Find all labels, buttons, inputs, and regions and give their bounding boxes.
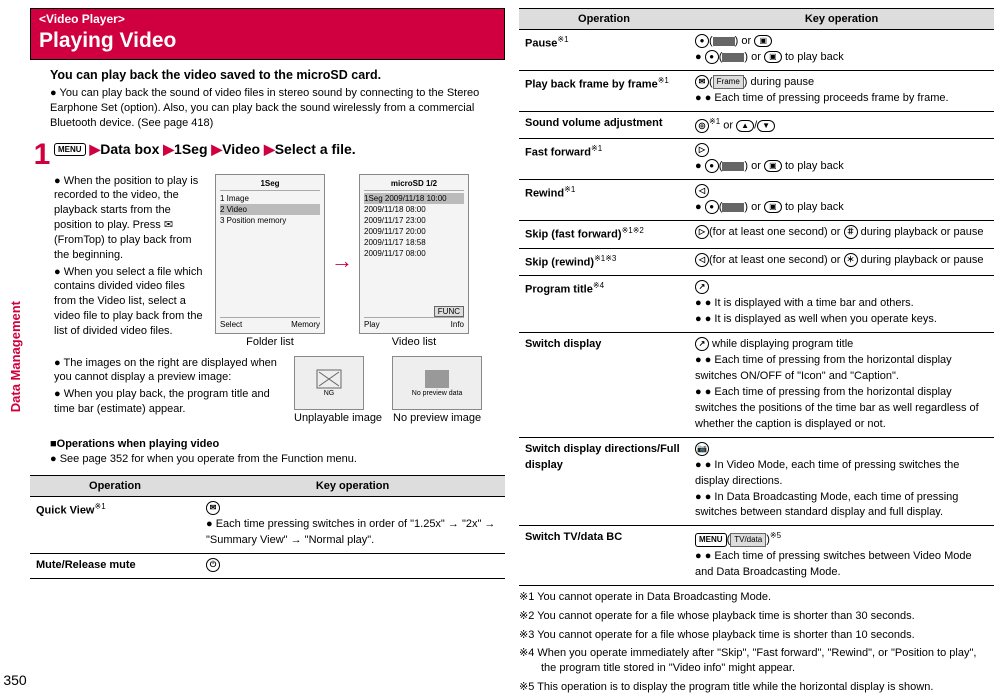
table-row: Rewind※1 ◁●() or ▣ to play back (519, 180, 994, 221)
call-key-icon: ↗ (695, 337, 709, 351)
footnote: ※3 You cannot operate for a file whose p… (519, 628, 994, 643)
right-key-icon: ▷ (695, 225, 709, 239)
header-kicker: <Video Player> (31, 9, 504, 29)
camera-key-icon: 📷 (695, 442, 709, 456)
table-row: Mute/Release mute ⏻ (30, 554, 505, 579)
table-row: Skip (fast forward)※1※2 ▷(for at least o… (519, 221, 994, 249)
right-key-icon: ▷ (695, 143, 709, 157)
intro-bullet: You can play back the sound of video fil… (50, 86, 505, 131)
table-row: Switch display directions/Full display 📷… (519, 437, 994, 526)
table-header-key: Key operation (200, 476, 505, 497)
mail-key-icon: ✉ (206, 501, 220, 515)
side-key-icon: ▣ (754, 35, 772, 47)
table-row: Quick View※1 ✉ Each time pressing switch… (30, 497, 505, 554)
intro-text: You can play back the video saved to the… (50, 68, 505, 82)
call-key-icon: ↗ (695, 280, 709, 294)
star-key-icon: ＊ (844, 253, 858, 267)
menu-key-icon: MENU (54, 143, 86, 156)
folder-list-screenshot: 1Seg 1 Image 2 Video 3 Position memory S… (215, 174, 325, 348)
table-row: Program title※4 ↗● It is displayed with … (519, 276, 994, 333)
left-column: <Video Player> Playing Video You can pla… (30, 8, 505, 690)
left-key-icon: ◁ (695, 253, 709, 267)
left-key-icon: ◁ (695, 184, 709, 198)
step-instruction: MENU ▶Data box ▶1Seg ▶Video ▶Select a fi… (54, 140, 356, 160)
chevron-right-icon: ▶ (211, 141, 222, 157)
hash-key-icon: ＃ (844, 225, 858, 239)
chevron-right-icon: ▶ (89, 141, 100, 157)
chevron-right-icon: ▶ (163, 141, 174, 157)
table-row: Switch TV/data BC MENU(TV/data)※5● Each … (519, 526, 994, 585)
operations-heading: ■Operations when playing video (50, 438, 505, 450)
video-list-caption: Video list (359, 336, 469, 348)
table-row: Fast forward※1 ▷●() or ▣ to play back (519, 139, 994, 180)
step-number: 1 (30, 140, 54, 170)
page-number: 350 (3, 672, 26, 688)
broken-image-icon (315, 368, 343, 390)
operations-table-left: Operation Key operation Quick View※1 ✉ E… (30, 475, 505, 579)
step-detail-text: When the position to play is recorded to… (54, 174, 209, 341)
power-key-icon: ⏻ (206, 558, 220, 572)
table-header-key: Key operation (689, 9, 994, 30)
footnote: ※4 When you operate immediately after "S… (519, 646, 994, 676)
unplayable-image-icon: NG Unplayable image (294, 356, 382, 424)
header-title: Playing Video (31, 29, 504, 59)
no-preview-icon (423, 368, 451, 390)
step-1: 1 MENU ▶Data box ▶1Seg ▶Video ▶Select a … (30, 140, 505, 170)
right-column: Operation Key operation Pause※1 ●() or ▣… (519, 8, 994, 690)
menu-key-icon: MENU (695, 533, 727, 547)
operations-table-right: Operation Key operation Pause※1 ●() or ▣… (519, 8, 994, 586)
up-key-icon: ▲ (736, 120, 754, 132)
sidebar-section-label: Data Management (8, 301, 23, 412)
down-key-icon: ▼ (757, 120, 775, 132)
table-row: Play back frame by frame※1 ✉(Frame) duri… (519, 70, 994, 111)
section-header: <Video Player> Playing Video (30, 8, 505, 60)
center-key-icon: ● (695, 34, 709, 48)
table-row: Skip (rewind)※1※3 ◁(for at least one sec… (519, 248, 994, 276)
table-header-operation: Operation (30, 476, 200, 497)
chevron-right-icon: ▶ (264, 141, 275, 157)
table-header-operation: Operation (519, 9, 689, 30)
table-row: Sound volume adjustment ◎※1 or ▲/▼ (519, 111, 994, 139)
table-row: Switch display ↗ while displaying progra… (519, 333, 994, 438)
footnote: ※2 You cannot operate for a file whose p… (519, 609, 994, 624)
footnote: ※1 You cannot operate in Data Broadcasti… (519, 590, 994, 605)
mail-key-icon: ✉ (695, 75, 709, 89)
footnote: ※5 This operation is to display the prog… (519, 680, 994, 695)
operations-note: See page 352 for when you operate from t… (50, 452, 505, 467)
folder-list-caption: Folder list (215, 336, 325, 348)
multi-key-icon: ◎ (695, 119, 709, 133)
sidebar: Data Management 350 (0, 0, 30, 698)
no-preview-image-icon: No preview data No preview image (392, 356, 482, 424)
video-list-screenshot: microSD 1/2 1Seg 2009/11/18 10:00 2009/1… (359, 174, 469, 348)
table-row: Pause※1 ●() or ▣●() or ▣ to play back (519, 30, 994, 71)
arrow-right-icon: → (331, 248, 353, 274)
